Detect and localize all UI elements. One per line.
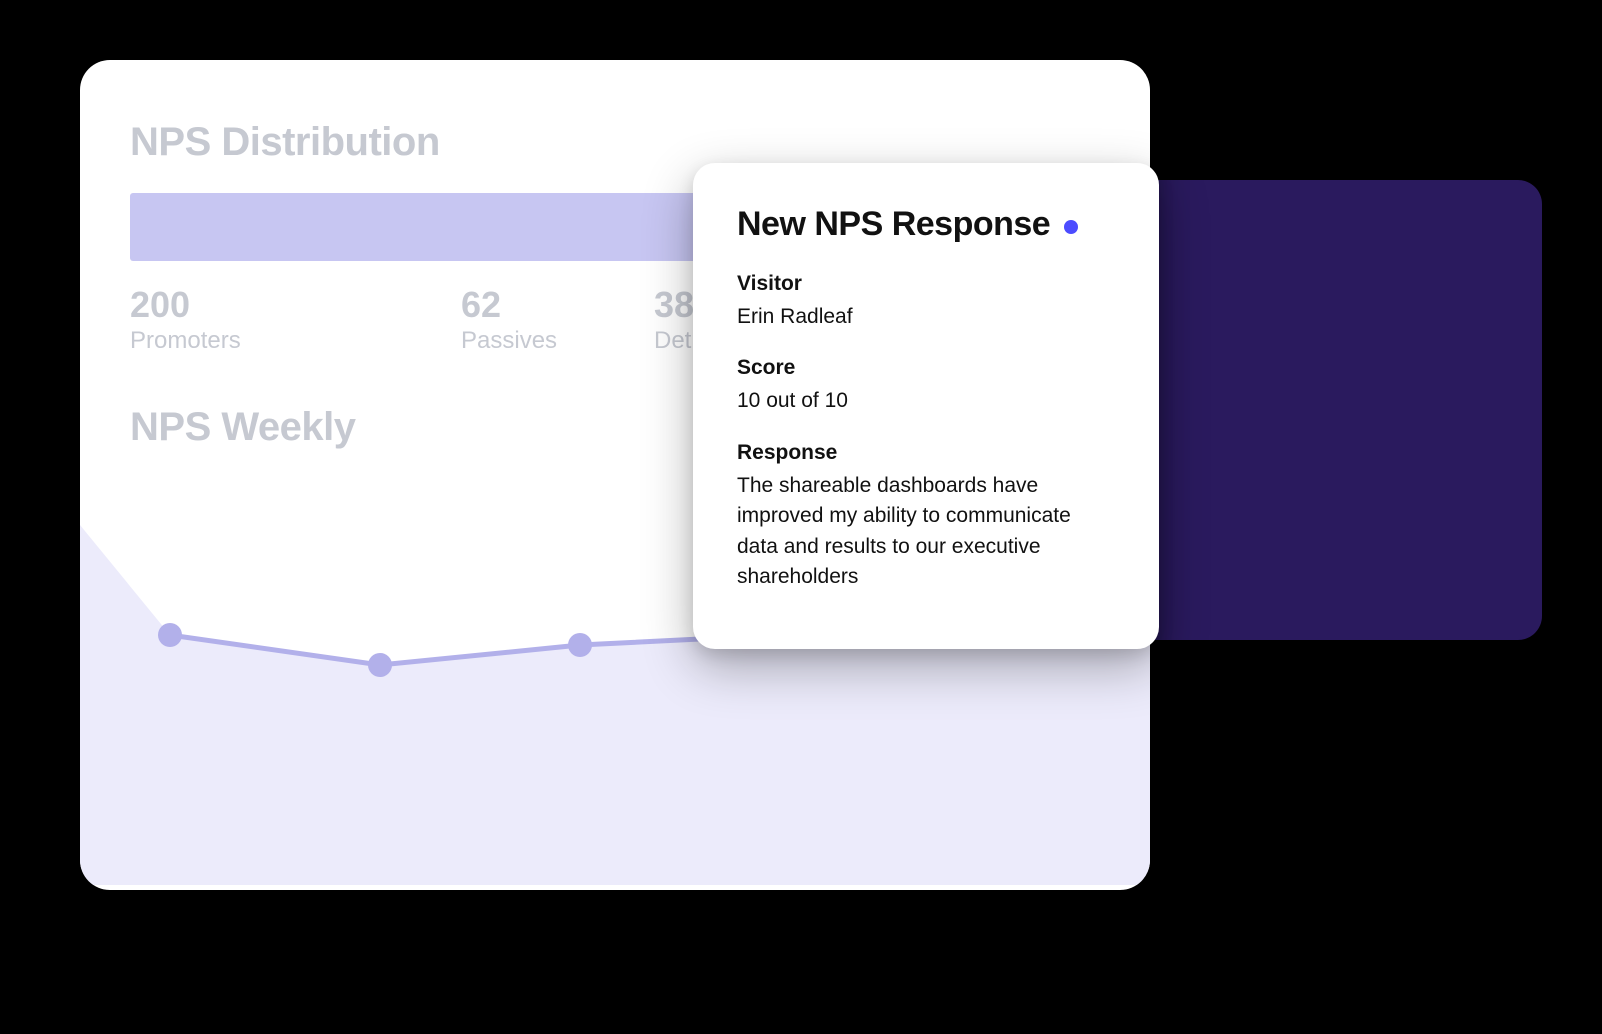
response-header: New NPS Response — [737, 205, 1115, 244]
visitor-value: Erin Radleaf — [737, 302, 1115, 332]
status-dot-icon — [1064, 220, 1078, 234]
score-label: Score — [737, 356, 1115, 380]
passives-group: 62 Passives — [461, 285, 557, 355]
score-value: 10 out of 10 — [737, 386, 1115, 416]
nps-response-card: New NPS Response Visitor Erin Radleaf Sc… — [693, 163, 1159, 649]
nps-distribution-title: NPS Distribution — [130, 120, 1100, 165]
response-text-label: Response — [737, 441, 1115, 465]
visitor-field: Visitor Erin Radleaf — [737, 272, 1115, 332]
weekly-point — [368, 653, 392, 677]
response-text-field: Response The shareable dashboards have i… — [737, 441, 1115, 593]
visitor-label: Visitor — [737, 272, 1115, 296]
passives-count: 62 — [461, 285, 557, 325]
passives-label: Passives — [461, 327, 557, 355]
response-title: New NPS Response — [737, 205, 1050, 244]
segment-promoters — [130, 193, 777, 261]
weekly-point — [568, 633, 592, 657]
promoters-group: 200 Promoters — [130, 285, 241, 355]
response-text-value: The shareable dashboards have improved m… — [737, 471, 1115, 593]
promoters-count: 200 — [130, 285, 241, 325]
weekly-point — [158, 623, 182, 647]
score-field: Score 10 out of 10 — [737, 356, 1115, 416]
promoters-label: Promoters — [130, 327, 241, 355]
